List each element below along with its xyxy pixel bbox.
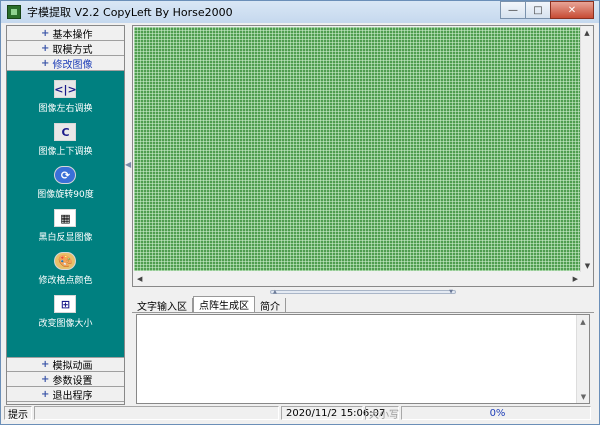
resize-icon: ⊞ [54,295,77,313]
tool-flip-horizontal[interactable]: <|> 图像左右调换 [38,80,93,114]
pixel-grid[interactable] [134,27,581,271]
plus-icon: + [41,27,50,39]
status-bar: 提示 2020/11/2 15:06:07 大小写 0% [4,405,596,421]
tool-label: 改变图像大小 [38,319,93,329]
splitter-arrow-icon: ◀ [125,160,132,169]
scroll-down-icon[interactable]: ▼ [581,259,594,272]
category-settings[interactable]: + 参数设置 [7,372,124,387]
status-datetime: 2020/11/2 15:06:07 [281,406,385,420]
tool-area: <|> 图像左右调换 C 图像上下调换 ⟳ 图像旋转90度 ▦ 黑白反显图像 🎨… [7,71,124,357]
plus-icon: + [41,359,50,370]
tool-label: 图像旋转90度 [37,190,94,200]
close-button[interactable]: ✕ [550,1,594,19]
invert-checker-icon: ▦ [54,209,77,227]
main-window: 字模提取 V2.2 CopyLeft By Horse2000 — □ ✕ + 基… [0,0,600,425]
dot-matrix-canvas: ▲ ▼ ◀ ▶ [132,25,594,287]
canvas-vertical-scrollbar[interactable]: ▲ ▼ [580,26,593,272]
plus-icon: + [41,373,50,385]
flip-horizontal-icon: <|> [54,80,77,98]
plus-icon: + [41,57,50,69]
tab-bar: 文字输入区 点阵生成区 简介 [132,296,594,313]
output-text-area[interactable]: ▲ ▼ [136,314,590,404]
category-sampling-mode[interactable]: + 取模方式 [7,41,124,56]
window-title: 字模提取 V2.2 CopyLeft By Horse2000 [27,6,233,19]
category-exit[interactable]: + 退出程序 [7,387,124,402]
horizontal-splitter[interactable]: ▲ ▼ [132,288,594,296]
category-label: 模拟动画 [52,361,93,372]
maximize-button[interactable]: □ [525,1,551,19]
tool-label: 修改格点颜色 [38,276,93,286]
category-edit-image[interactable]: + 修改图像 [7,56,124,71]
app-icon [7,5,21,19]
status-progress: 0% [401,406,591,420]
tool-rotate-90[interactable]: ⟳ 图像旋转90度 [37,166,94,200]
tab-text-input[interactable]: 文字输入区 [132,298,193,313]
category-label: 基本操作 [52,29,93,41]
scroll-right-icon[interactable]: ▶ [573,275,578,283]
category-label: 取模方式 [52,44,93,56]
tool-invert[interactable]: ▦ 黑白反显图像 [38,209,93,243]
tab-intro[interactable]: 简介 [255,298,286,313]
window-controls: — □ ✕ [500,1,594,19]
output-vertical-scrollbar[interactable]: ▲ ▼ [576,315,589,403]
tool-label: 黑白反显图像 [38,233,93,243]
plus-icon: + [41,388,50,400]
rotate-icon: ⟳ [54,166,77,184]
tool-resize[interactable]: ⊞ 改变图像大小 [38,295,93,329]
flip-vertical-icon: C [54,123,77,141]
category-basic-ops[interactable]: + 基本操作 [7,26,124,41]
status-message [34,406,279,420]
tab-dot-matrix-output[interactable]: 点阵生成区 [193,296,255,312]
scroll-down-icon[interactable]: ▼ [577,390,590,403]
category-label: 参数设置 [52,375,93,387]
category-animation[interactable]: + 模拟动画 [7,357,124,372]
left-panel: + 基本操作 + 取模方式 + 修改图像 <|> 图像左右调换 C 图像上下调换 ⟳ … [6,25,125,405]
tool-grid-color[interactable]: 🎨 修改格点颜色 [38,252,93,286]
tool-label: 图像左右调换 [38,104,93,114]
scroll-up-icon[interactable]: ▲ [581,26,593,39]
scroll-left-icon[interactable]: ◀ [137,275,142,283]
minimize-icon: — [508,4,518,16]
plus-icon: + [41,42,50,54]
category-label: 修改图像 [52,59,93,71]
scroll-up-icon[interactable]: ▲ [577,315,589,328]
close-icon: ✕ [567,4,577,16]
status-hint: 提示 [4,406,32,421]
status-caps: 大小写 [365,406,399,421]
tool-label: 图像上下调换 [38,147,93,157]
grip-up-icon: ▲ [273,288,277,295]
vertical-splitter[interactable]: ◀ [125,25,131,405]
grip-down-icon: ▼ [449,288,453,295]
palette-icon: 🎨 [54,252,77,270]
minimize-button[interactable]: — [500,1,526,19]
tool-flip-vertical[interactable]: C 图像上下调换 [38,123,93,157]
maximize-icon: □ [533,4,543,16]
canvas-horizontal-scrollbar[interactable]: ◀ ▶ [134,272,581,285]
category-label: 退出程序 [52,390,93,402]
title-bar[interactable]: 字模提取 V2.2 CopyLeft By Horse2000 — □ ✕ [1,1,599,23]
splitter-grip[interactable]: ▲ ▼ [270,288,456,295]
